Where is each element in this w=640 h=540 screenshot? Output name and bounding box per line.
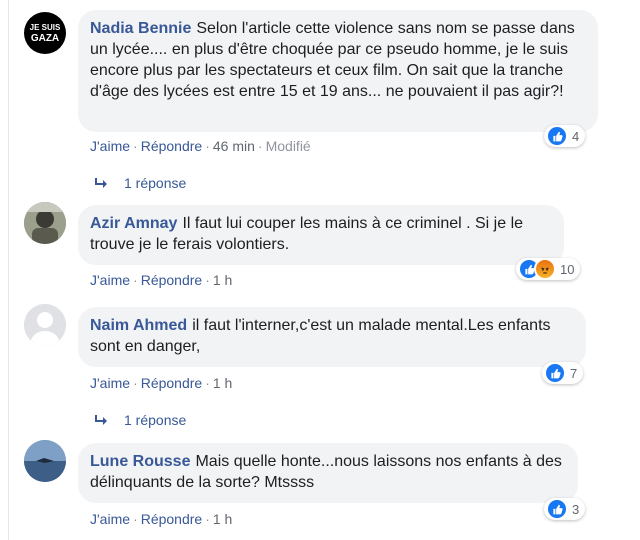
reply-link[interactable]: Répondre: [141, 138, 203, 154]
replies-count[interactable]: 1 réponse: [124, 175, 186, 191]
comment-bubble: Naim Ahmed il faut l'interner,c'est un ma…: [78, 307, 586, 367]
reaction-summary[interactable]: 4: [544, 125, 586, 147]
avatar[interactable]: [24, 202, 66, 244]
comment-author[interactable]: Azir Amnay: [90, 215, 177, 232]
comment-actions: J'aime · Répondre · 46 min · Modifié: [90, 138, 311, 154]
svg-text:JE SUIS: JE SUIS: [30, 23, 61, 32]
like-icon: [546, 498, 568, 520]
comment-bubble: Lune Rousse Mais quelle honte...nous lais…: [78, 443, 578, 503]
reaction-count: 3: [572, 501, 580, 517]
comment-author[interactable]: Naim Ahmed: [90, 317, 187, 334]
replies-count[interactable]: 1 réponse: [124, 412, 186, 428]
modified-label[interactable]: Modifié: [266, 138, 311, 154]
view-replies-link[interactable]: 1 réponse: [94, 412, 186, 428]
comment-actions: J'aime · Répondre · 1 h: [90, 272, 233, 288]
profile-photo-icon: [24, 202, 66, 244]
like-link[interactable]: J'aime: [90, 375, 130, 391]
reaction-count: 4: [572, 128, 580, 144]
profile-photo-icon: [24, 440, 66, 482]
feed-border: [8, 0, 9, 540]
reply-arrow-icon: [95, 178, 107, 188]
avatar[interactable]: JE SUIS GAZA: [24, 12, 66, 54]
view-replies-link[interactable]: 1 réponse: [94, 175, 186, 191]
timestamp[interactable]: 46 min: [213, 138, 255, 154]
like-link[interactable]: J'aime: [90, 138, 130, 154]
reaction-summary[interactable]: 10: [516, 258, 581, 280]
comment-bubble: Nadia Bennie Selon l'article cette violen…: [78, 10, 598, 132]
like-link[interactable]: J'aime: [90, 272, 130, 288]
je-suis-gaza-avatar-icon: JE SUIS GAZA: [30, 23, 61, 44]
comment-author[interactable]: Lune Rousse: [90, 453, 190, 470]
timestamp[interactable]: 1 h: [213, 511, 232, 527]
timestamp[interactable]: 1 h: [213, 375, 232, 391]
like-icon: [544, 362, 566, 384]
reply-link[interactable]: Répondre: [141, 272, 203, 288]
reply-link[interactable]: Répondre: [141, 375, 203, 391]
like-icon: [546, 125, 568, 147]
angry-icon: [534, 258, 556, 280]
reply-arrow-icon: [95, 415, 107, 425]
avatar[interactable]: [24, 304, 66, 346]
comment-actions: J'aime · Répondre · 1 h: [90, 511, 233, 527]
comment-bubble: Azir Amnay Il faut lui couper les mains à…: [78, 205, 564, 265]
default-avatar-icon: [24, 304, 66, 346]
comment-author[interactable]: Nadia Bennie: [90, 20, 191, 37]
reaction-summary[interactable]: 7: [542, 362, 584, 384]
reaction-summary[interactable]: 3: [544, 498, 586, 520]
like-link[interactable]: J'aime: [90, 511, 130, 527]
reply-link[interactable]: Répondre: [141, 511, 203, 527]
avatar[interactable]: [24, 440, 66, 482]
timestamp[interactable]: 1 h: [213, 272, 232, 288]
comment-actions: J'aime · Répondre · 1 h: [90, 375, 233, 391]
svg-text:GAZA: GAZA: [31, 33, 59, 44]
reaction-count: 7: [570, 365, 578, 381]
reaction-count: 10: [560, 261, 575, 277]
